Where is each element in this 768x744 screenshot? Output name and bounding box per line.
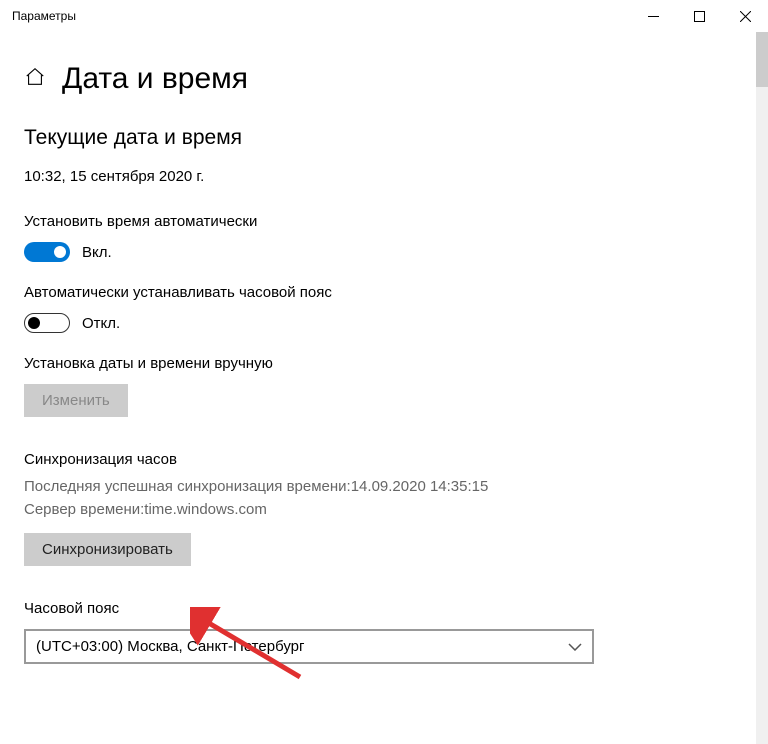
timezone-select[interactable]: (UTC+03:00) Москва, Санкт-Петербург xyxy=(24,629,594,664)
maximize-button[interactable] xyxy=(676,0,722,32)
close-icon xyxy=(740,11,751,22)
auto-time-toggle-row: Вкл. xyxy=(24,242,744,262)
sync-heading: Синхронизация часов xyxy=(24,451,744,468)
maximize-icon xyxy=(694,11,705,22)
timezone-heading: Часовой пояс xyxy=(24,600,744,617)
auto-tz-label: Автоматически устанавливать часовой пояс xyxy=(24,284,744,301)
auto-tz-state: Откл. xyxy=(82,315,120,332)
manual-datetime-label: Установка даты и времени вручную xyxy=(24,355,744,372)
toggle-knob xyxy=(28,317,40,329)
change-button[interactable]: Изменить xyxy=(24,384,128,417)
titlebar: Параметры xyxy=(0,0,768,32)
last-sync-line: Последняя успешная синхронизация времени… xyxy=(24,476,744,499)
auto-time-toggle[interactable] xyxy=(24,242,70,262)
toggle-knob xyxy=(54,246,66,258)
minimize-button[interactable] xyxy=(630,0,676,32)
page-header: Дата и время xyxy=(24,62,744,96)
time-server-line: Сервер времени:time.windows.com xyxy=(24,499,744,522)
page-title: Дата и время xyxy=(62,62,248,96)
sync-info: Последняя успешная синхронизация времени… xyxy=(24,476,744,521)
window-controls xyxy=(630,0,768,32)
home-icon[interactable] xyxy=(24,66,46,93)
chevron-down-icon xyxy=(568,638,582,655)
current-datetime-heading: Текущие дата и время xyxy=(24,126,744,150)
minimize-icon xyxy=(648,11,659,22)
sync-now-button[interactable]: Синхронизировать xyxy=(24,533,191,566)
auto-time-state: Вкл. xyxy=(82,244,112,261)
window-title: Параметры xyxy=(12,9,76,23)
timezone-section: Часовой пояс (UTC+03:00) Москва, Санкт-П… xyxy=(24,600,744,664)
auto-tz-toggle[interactable] xyxy=(24,313,70,333)
content-area: Дата и время Текущие дата и время 10:32,… xyxy=(0,32,768,744)
scrollbar-thumb[interactable] xyxy=(756,32,768,87)
current-datetime-value: 10:32, 15 сентября 2020 г. xyxy=(24,168,744,185)
scrollbar-track[interactable] xyxy=(756,32,768,744)
sync-section: Синхронизация часов Последняя успешная с… xyxy=(24,451,744,566)
close-button[interactable] xyxy=(722,0,768,32)
auto-time-label: Установить время автоматически xyxy=(24,213,744,230)
timezone-selected-value: (UTC+03:00) Москва, Санкт-Петербург xyxy=(36,638,304,655)
auto-tz-toggle-row: Откл. xyxy=(24,313,744,333)
